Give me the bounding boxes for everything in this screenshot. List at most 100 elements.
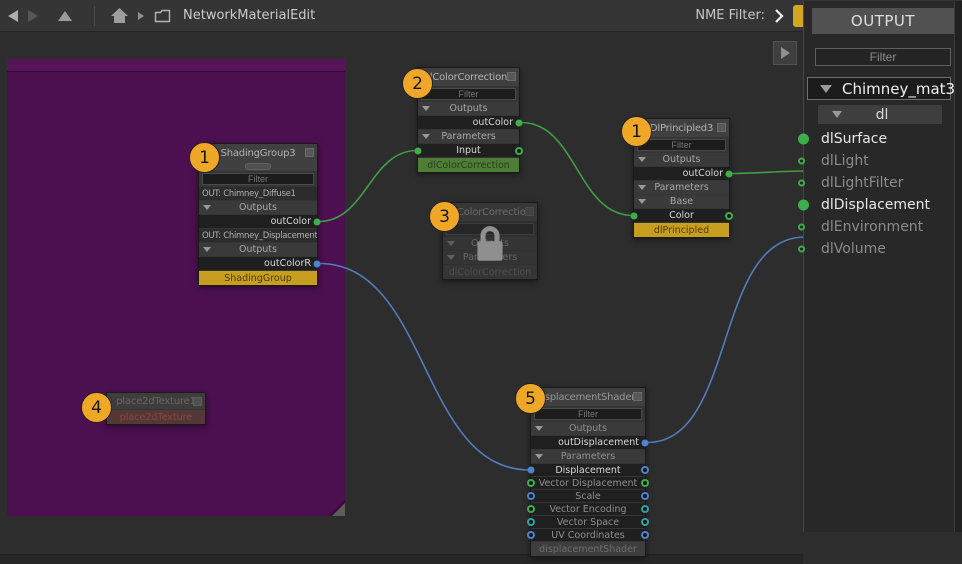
port-row-uv-coordinates[interactable]: UV Coordinates bbox=[531, 529, 645, 541]
port-row-outdisplacement[interactable]: outDisplacement bbox=[531, 436, 645, 449]
node-filter-input[interactable] bbox=[202, 173, 314, 185]
port-dot-right[interactable] bbox=[641, 492, 649, 500]
node-section-parameters[interactable]: Parameters bbox=[634, 181, 729, 194]
port-dot-color-right[interactable] bbox=[725, 212, 733, 220]
port-label: Vector Space bbox=[557, 517, 619, 528]
node-flag-checkbox[interactable] bbox=[717, 123, 726, 132]
folder-icon[interactable] bbox=[154, 9, 171, 23]
chevron-right-icon[interactable] bbox=[774, 9, 784, 23]
section-label: Parameters bbox=[441, 131, 495, 142]
triangle-down-icon[interactable] bbox=[820, 85, 832, 93]
node-section-outputs[interactable]: Outputs bbox=[634, 153, 729, 166]
port-dot-left[interactable] bbox=[527, 479, 535, 487]
node-header[interactable]: DisplacementShader1 bbox=[531, 388, 645, 406]
port-dot-left[interactable] bbox=[527, 531, 535, 539]
port-row-vector-displacement[interactable]: Vector Displacement bbox=[531, 477, 645, 489]
node-section-outputs[interactable]: Outputs bbox=[199, 201, 317, 214]
node-section-outputs[interactable]: Outputs bbox=[531, 422, 645, 435]
port-dot-input-right[interactable] bbox=[515, 147, 523, 155]
node-header[interactable]: place2dTexture1 bbox=[107, 393, 205, 409]
port-dot-outcolor[interactable] bbox=[314, 218, 321, 225]
back-icon[interactable] bbox=[8, 10, 18, 22]
port-label: outColor bbox=[271, 216, 311, 227]
output-port-dlenvironment[interactable]: dlEnvironment bbox=[804, 216, 962, 238]
port-dot-right[interactable] bbox=[641, 518, 649, 526]
port-row-outcolor[interactable]: outColor bbox=[199, 215, 317, 228]
port-dot-outcolor[interactable] bbox=[726, 170, 733, 177]
forward-icon[interactable] bbox=[28, 10, 38, 22]
node-expand-pill[interactable] bbox=[245, 163, 271, 170]
port-row-input[interactable]: Input bbox=[418, 144, 519, 157]
node-flag-checkbox[interactable] bbox=[193, 397, 202, 406]
port-dot-right[interactable] bbox=[641, 505, 649, 513]
backdrop-resize-handle[interactable] bbox=[332, 503, 345, 516]
node-title: DlPrincipled3 bbox=[650, 123, 713, 134]
node-section-parameters[interactable]: Parameters bbox=[531, 450, 645, 463]
port-dot-outcolorr[interactable] bbox=[314, 260, 321, 267]
home-icon[interactable] bbox=[111, 8, 128, 23]
port-row-color[interactable]: Color bbox=[634, 209, 729, 222]
node-place2dtexture1[interactable]: place2dTexture1 place2dTexture bbox=[106, 392, 206, 425]
port-empty-dot[interactable] bbox=[798, 246, 805, 253]
port-row-vector-space[interactable]: Vector Space bbox=[531, 516, 645, 528]
port-label: Color bbox=[669, 210, 694, 221]
node-filter-input[interactable] bbox=[637, 139, 726, 151]
port-row-vector-encoding[interactable]: Vector Encoding bbox=[531, 503, 645, 515]
panel-scrollbar-track[interactable] bbox=[954, 1, 962, 532]
node-filter-input[interactable] bbox=[534, 408, 642, 420]
node-flag-checkbox[interactable] bbox=[633, 392, 642, 401]
node-section-outputs[interactable]: Outputs bbox=[418, 102, 519, 115]
backdrop-header[interactable] bbox=[7, 59, 345, 72]
port-row-outcolor[interactable]: outColor bbox=[418, 116, 519, 129]
port-dot-left[interactable] bbox=[527, 518, 535, 526]
panel-filter-input[interactable] bbox=[815, 48, 951, 66]
port-empty-dot[interactable] bbox=[798, 158, 805, 165]
port-row-outcolorr[interactable]: outColorR bbox=[199, 257, 317, 270]
wire-outdisplacement-to-dldisplacement bbox=[647, 237, 805, 443]
port-empty-dot[interactable] bbox=[798, 224, 805, 231]
port-dot-right[interactable] bbox=[641, 531, 649, 539]
backdrop-group[interactable] bbox=[7, 59, 345, 516]
port-label: Scale bbox=[575, 491, 601, 502]
port-dot-left[interactable] bbox=[527, 492, 535, 500]
port-row-displacement[interactable]: Displacement bbox=[531, 464, 645, 476]
port-connected-dot[interactable] bbox=[798, 134, 809, 145]
port-label: UV Coordinates bbox=[551, 530, 625, 541]
port-dot-color-left[interactable] bbox=[631, 212, 638, 219]
port-dot-right[interactable] bbox=[641, 479, 649, 487]
node-header[interactable]: dlColorCorrection7 bbox=[418, 68, 519, 86]
port-row-scale[interactable]: Scale bbox=[531, 490, 645, 502]
material-header-chimney-mat3[interactable]: Chimney_mat3 bbox=[807, 77, 951, 100]
triangle-down-icon[interactable] bbox=[832, 111, 842, 118]
port-empty-dot[interactable] bbox=[798, 180, 805, 187]
port-dot-right[interactable] bbox=[641, 466, 649, 474]
node-section-parameters[interactable]: Parameters bbox=[418, 130, 519, 143]
port-dot-outcolor[interactable] bbox=[516, 119, 523, 126]
node-section-base[interactable]: Base bbox=[634, 195, 729, 208]
output-port-dlsurface[interactable]: dlSurface bbox=[804, 128, 962, 150]
node-filter-input[interactable] bbox=[421, 88, 516, 100]
node-section-outputs2[interactable]: Outputs bbox=[199, 243, 317, 256]
output-port-dllight[interactable]: dlLight bbox=[804, 150, 962, 172]
shader-group-dl[interactable]: dl bbox=[818, 105, 942, 124]
port-dot-input-left[interactable] bbox=[415, 147, 422, 154]
panel-collapse-button[interactable] bbox=[773, 41, 797, 65]
port-dot-left[interactable] bbox=[527, 505, 535, 513]
output-port-dldisplacement[interactable]: dlDisplacement bbox=[804, 194, 962, 216]
output-port-dllightfilter[interactable]: dlLightFilter bbox=[804, 172, 962, 194]
node-displacementshader1[interactable]: DisplacementShader1 Outputs outDisplacem… bbox=[530, 387, 646, 557]
port-label: outDisplacement bbox=[558, 437, 639, 448]
section-label: Parameters bbox=[654, 182, 708, 193]
port-dot-outdisplacement[interactable] bbox=[642, 439, 649, 446]
output-port-dlvolume[interactable]: dlVolume bbox=[804, 238, 962, 260]
port-row-outcolor[interactable]: outColor bbox=[634, 167, 729, 180]
node-flag-checkbox[interactable] bbox=[507, 72, 516, 81]
up-level-icon[interactable] bbox=[58, 11, 72, 21]
node-flag-checkbox[interactable] bbox=[525, 207, 534, 216]
material-name: Chimney_mat3 bbox=[842, 80, 962, 98]
badge-5-displacementshader: 5 bbox=[515, 383, 546, 414]
port-label: outColorR bbox=[264, 258, 311, 269]
port-dot-left[interactable] bbox=[528, 467, 535, 474]
node-flag-checkbox[interactable] bbox=[305, 148, 314, 157]
port-connected-dot[interactable] bbox=[798, 200, 809, 211]
